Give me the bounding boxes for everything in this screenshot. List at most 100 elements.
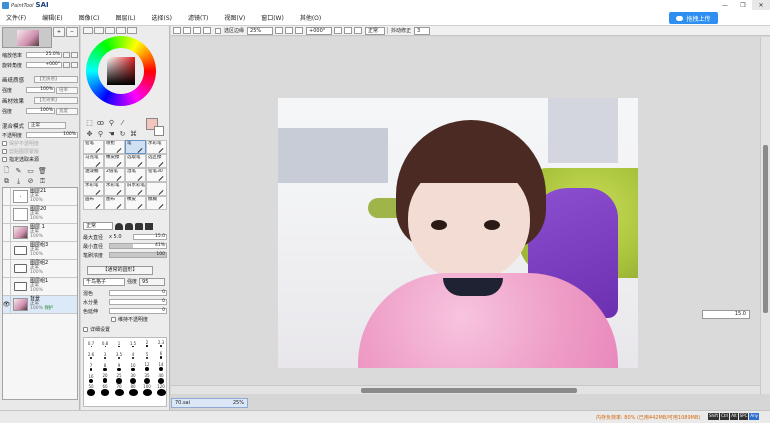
- menu-select[interactable]: 选择(S): [144, 13, 181, 22]
- angle-slider[interactable]: +000°: [26, 62, 62, 68]
- hand-icon[interactable]: ☚: [106, 129, 117, 138]
- clear-layer-icon[interactable]: ⊘: [26, 177, 35, 185]
- brush-tool[interactable]: 油漆桶: [83, 168, 104, 182]
- opacity-slider[interactable]: 100%: [26, 132, 78, 138]
- upload-button[interactable]: 拖拽上传: [669, 12, 718, 24]
- brush-tool[interactable]: 橡皮: [125, 196, 146, 210]
- brush-size-preset[interactable]: 2.3: [154, 338, 168, 350]
- brush-shape-2-icon[interactable]: [125, 222, 133, 230]
- brush-tool[interactable]: 旧水彩笔: [125, 182, 146, 196]
- brush-tool[interactable]: 水彩笔: [146, 140, 167, 154]
- density-slider[interactable]: 100: [109, 252, 167, 258]
- brush-size-preset[interactable]: 14: [154, 361, 168, 373]
- texture-strength[interactable]: 95: [139, 277, 166, 286]
- rotate-left-icon[interactable]: [334, 27, 343, 34]
- brush-tool[interactable]: 2值笔: [104, 168, 125, 182]
- max-size-slider[interactable]: 15.0: [133, 234, 167, 240]
- stabilizer-select[interactable]: 3: [414, 26, 431, 35]
- brush-size-preset[interactable]: 20: [98, 373, 112, 385]
- checkbox[interactable]: [2, 141, 7, 146]
- layer-group[interactable]: 图层组1 正常 100%: [3, 277, 77, 296]
- layer-item[interactable]: 图层20 正常 100%: [3, 205, 77, 224]
- brush-size-preset[interactable]: 7: [84, 361, 98, 373]
- paper-texture-scale[interactable]: 倍率: [56, 86, 78, 94]
- eyedropper-icon[interactable]: ⁄: [117, 118, 128, 127]
- menu-layer[interactable]: 图层(L): [108, 13, 144, 22]
- menu-file[interactable]: 文件(F): [0, 13, 34, 22]
- deselect-icon[interactable]: [193, 27, 201, 34]
- brush-tool[interactable]: [146, 182, 167, 196]
- checkbox[interactable]: [111, 317, 116, 322]
- mix-slider[interactable]: 0: [109, 290, 167, 296]
- brush-tool[interactable]: 马克笔: [83, 154, 104, 168]
- zoom-tool-icon[interactable]: ⚲: [95, 129, 106, 138]
- brush-size-preset[interactable]: 3.5: [112, 350, 126, 362]
- navigator-preview[interactable]: [2, 27, 52, 48]
- horizontal-scrollbar[interactable]: [171, 385, 760, 394]
- paper-effect-strength[interactable]: 100%: [26, 108, 55, 114]
- eyedropper2-icon[interactable]: ⌘: [128, 129, 139, 138]
- brush-size-preset[interactable]: 8: [98, 361, 112, 373]
- brush-size-preset[interactable]: 0.8: [98, 338, 112, 350]
- brush-tool[interactable]: 水彩笔: [104, 182, 125, 196]
- secondary-color-swatch[interactable]: [154, 126, 164, 136]
- brush-size-preset[interactable]: 30: [126, 373, 140, 385]
- lasso-icon[interactable]: ꝏ: [95, 118, 106, 127]
- brush-size-preset[interactable]: 1.5: [126, 338, 140, 350]
- scratchpad-tab[interactable]: [127, 27, 137, 34]
- brush-size-preset[interactable]: 6: [154, 350, 168, 362]
- rotate-right-icon[interactable]: [344, 27, 353, 34]
- rect-select-icon[interactable]: ⬚: [84, 118, 95, 127]
- eye-icon[interactable]: 👁: [3, 295, 11, 314]
- checkbox[interactable]: [2, 157, 7, 162]
- paper-texture-strength[interactable]: 100%: [26, 87, 55, 93]
- brush-size-preset[interactable]: 100: [140, 384, 154, 396]
- trash-icon[interactable]: 🗑: [38, 167, 47, 175]
- layer-group[interactable]: 图层组2 正常 100%: [3, 259, 77, 278]
- copy-layer-icon[interactable]: ⧉: [2, 177, 11, 185]
- keep-opacity-check[interactable]: 维持不透明度: [111, 316, 148, 323]
- max-size-multiplier[interactable]: x 5.0: [109, 234, 133, 240]
- rgb-slider-tab[interactable]: [94, 27, 104, 34]
- sel-edge-checkbox[interactable]: [215, 27, 221, 34]
- brush-tool[interactable]: 选区擦: [146, 154, 167, 168]
- brush-tool[interactable]: 图布: [104, 196, 125, 210]
- brush-size-preset[interactable]: 70: [112, 384, 126, 396]
- brush-shape-button[interactable]: 【通常的圆形】: [87, 266, 153, 275]
- brush-size-preset[interactable]: 50: [84, 384, 98, 396]
- detail-settings-check[interactable]: 详细设置: [83, 326, 110, 333]
- brush-size-preset[interactable]: 12: [140, 361, 154, 373]
- brush-tool[interactable]: 选取笔: [125, 154, 146, 168]
- brush-tool[interactable]: 铅笔30: [146, 168, 167, 182]
- layer-item[interactable]: 👁 背景 正常 100% 保护: [3, 295, 77, 314]
- angle-select[interactable]: +000°: [306, 26, 333, 35]
- saturation-value-square[interactable]: [107, 57, 135, 85]
- brush-size-preset[interactable]: 2: [140, 338, 154, 350]
- brush-tool[interactable]: 模糊: [146, 196, 167, 210]
- pen-layer-icon[interactable]: ✎: [14, 167, 23, 175]
- brush-size-preset[interactable]: 0.7: [84, 338, 98, 350]
- brush-tool[interactable]: 水彩笔: [83, 182, 104, 196]
- menu-other[interactable]: 其他(O): [292, 13, 329, 22]
- document-tab[interactable]: 70.sai 25%: [171, 398, 248, 408]
- brush-size-preset[interactable]: 120: [154, 384, 168, 396]
- selection-source-check[interactable]: 指定选取来源: [2, 156, 39, 163]
- maximize-button[interactable]: ❐: [734, 0, 752, 10]
- brush-mode-select[interactable]: 正常: [83, 222, 113, 230]
- redo-icon[interactable]: [183, 27, 191, 34]
- visibility-icon[interactable]: [3, 223, 11, 242]
- zoom-slider[interactable]: 25.0%: [26, 52, 62, 58]
- zoom-select[interactable]: 25%: [247, 26, 274, 35]
- brush-size-preset[interactable]: 25: [112, 373, 126, 385]
- minimize-button[interactable]: —: [716, 0, 734, 10]
- brush-shape-4-icon[interactable]: [145, 222, 153, 230]
- rotate-icon[interactable]: ↻: [117, 129, 128, 138]
- visibility-icon[interactable]: [3, 259, 11, 278]
- lock-icon[interactable]: ⚿: [38, 177, 47, 185]
- menu-filter[interactable]: 滤镜(T): [180, 13, 216, 22]
- new-folder-icon[interactable]: ▭: [26, 167, 35, 175]
- visibility-icon[interactable]: [3, 188, 11, 206]
- zoom-out-icon[interactable]: [275, 27, 284, 34]
- water-slider[interactable]: 0: [109, 299, 167, 305]
- vertical-scroll-thumb[interactable]: [763, 145, 768, 313]
